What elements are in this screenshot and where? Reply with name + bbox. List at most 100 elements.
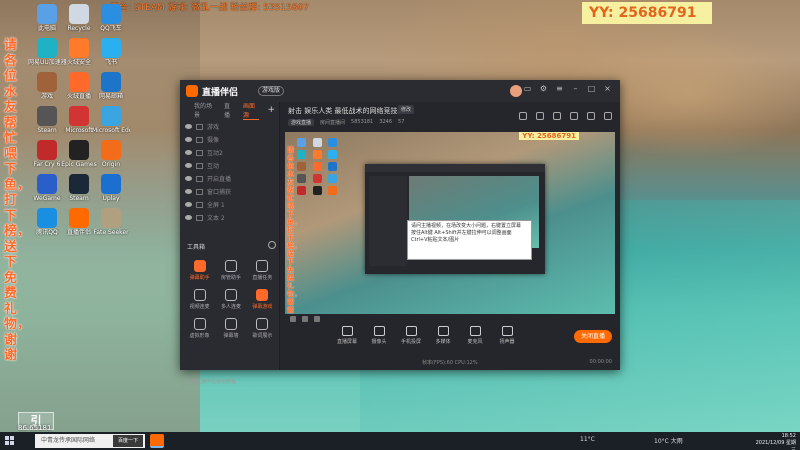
edit-title-button[interactable]: 修改 (398, 105, 415, 114)
media-button[interactable]: 多媒体 (428, 326, 458, 345)
scene-item[interactable]: 开启直播 (180, 172, 279, 185)
tool-button[interactable]: 直播任务 (247, 260, 278, 281)
tool-label: 直播任务 (252, 275, 273, 281)
bottom-left-id: 86 65181 (18, 424, 52, 432)
source-type-icon (196, 214, 203, 221)
maximize-icon[interactable]: □ (587, 84, 596, 93)
tool-button[interactable]: 弹幕游戏 (247, 289, 278, 310)
app-titlebar[interactable]: 直播伴侣 游戏版 ▭ ⚙ ≡ – □ × (180, 80, 620, 102)
toolbox-grid: 弹幕助手 房管助手 直播任务视频连麦 多人连麦 弹幕游戏虚拟形象 弹幕墙 歌词展示 (184, 260, 278, 339)
tab-sources[interactable]: 画面源 (242, 101, 260, 120)
scene-item[interactable]: 窗口捕获 (180, 185, 279, 198)
source-type-icon (196, 188, 203, 195)
windows-start-icon[interactable] (5, 436, 15, 446)
category-tag[interactable]: 游戏直播 (288, 119, 315, 126)
close-icon[interactable]: × (603, 84, 612, 93)
scene-label: 互动 (207, 163, 220, 170)
tool-button[interactable]: 视频连麦 (184, 289, 215, 310)
weather-forecast[interactable]: 10°C 大雨 (654, 436, 683, 445)
bell-icon[interactable] (587, 112, 595, 120)
visibility-eye-icon[interactable] (185, 189, 192, 194)
scene-item[interactable]: 文本 2 (180, 211, 279, 224)
settings-icon[interactable]: ⚙ (539, 84, 548, 93)
tab-my-scenes[interactable]: 我的场景 (194, 101, 216, 119)
desktop-icon[interactable]: 飞书 (92, 38, 130, 66)
visibility-eye-icon[interactable] (185, 163, 192, 168)
visibility-eye-icon[interactable] (185, 176, 192, 181)
action-label: 多媒体 (435, 339, 451, 345)
desktop-icon-label: Microsoft Edge (92, 127, 130, 134)
phone-cast-button[interactable]: 手机投屏 (396, 326, 426, 345)
action-bar: 直播屏幕 摄像头 手机投屏 多媒体 麦克风 扬声器 关闭直播 (282, 324, 620, 354)
tool-button[interactable]: 多人连麦 (215, 289, 246, 310)
stream-title: 射击 娱乐人类 最低战术的网络竞技精彩 (288, 107, 412, 115)
crop-icon[interactable] (302, 316, 308, 322)
tool-icon (224, 318, 237, 330)
tool-icon (193, 289, 206, 301)
search-button[interactable]: 百度一下 (113, 435, 143, 447)
microphone-button[interactable]: 麦克风 (460, 326, 490, 345)
go-live-button[interactable]: 关闭直播 (574, 330, 612, 343)
desktop-icon[interactable]: Uplay (92, 174, 130, 202)
visibility-eye-icon[interactable] (185, 150, 192, 155)
message-icon[interactable]: ▭ (523, 84, 532, 93)
taskbar-clock[interactable]: 18:52 2021/12/09 星期三 (752, 433, 796, 450)
preview-icon (297, 162, 306, 171)
layout-icon[interactable] (290, 316, 296, 322)
source-type-icon (196, 149, 203, 156)
tool-button[interactable]: 弹幕墙 (215, 318, 246, 339)
screen-capture-button[interactable]: 直播屏幕 (332, 326, 362, 345)
desktop-icon[interactable]: QQ飞车 (92, 4, 130, 32)
tool-button[interactable]: 虚拟形象 (184, 318, 215, 339)
menu-icon[interactable]: ≡ (555, 84, 564, 93)
scene-item[interactable]: 摄像 (180, 133, 279, 146)
desktop-icon[interactable]: Fate Seeker (92, 208, 130, 236)
minimize-icon[interactable]: – (571, 84, 580, 93)
preview-desktop-icons (297, 138, 341, 195)
live-timer: 00:00:00 (589, 359, 612, 365)
live-preview[interactable]: YY: 25686791 请各位水友帮忙喂下鱼，打下榜，送下免费礼物，谢谢 请问… (285, 132, 615, 314)
tutorial-link[interactable]: 火绒直播伴侣使用教程 (186, 378, 236, 385)
share-icon[interactable] (604, 112, 612, 120)
gift-icon[interactable] (536, 112, 544, 120)
shop-icon[interactable] (519, 112, 527, 120)
visibility-eye-icon[interactable] (185, 202, 192, 207)
tool-icon (256, 318, 269, 330)
tool-button[interactable]: 歌词展示 (247, 318, 278, 339)
weather-temp[interactable]: 11°C (580, 436, 595, 443)
app-logo-icon (186, 85, 198, 97)
visibility-eye-icon[interactable] (185, 137, 192, 142)
source-type-icon (196, 175, 203, 182)
avatar[interactable] (510, 85, 522, 97)
visibility-eye-icon[interactable] (185, 215, 192, 220)
record-icon[interactable] (553, 112, 561, 120)
scene-item[interactable]: 互动2 (180, 146, 279, 159)
visibility-eye-icon[interactable] (185, 124, 192, 129)
desktop-icon-label: Fate Seeker (93, 229, 129, 236)
desktop-icon[interactable]: Origin (92, 140, 130, 168)
app-icon (37, 140, 57, 160)
camera-button[interactable]: 摄像头 (364, 326, 394, 345)
toolbox-settings-icon[interactable] (268, 241, 276, 249)
source-type-icon (196, 136, 203, 143)
desktop-icon[interactable]: 网易邮箱 (92, 72, 130, 100)
speaker-button[interactable]: 扬声器 (492, 326, 522, 345)
tab-live[interactable]: 直播 (224, 101, 235, 119)
scene-label: 窗口捕获 (207, 189, 232, 196)
tool-label: 弹幕墙 (223, 333, 239, 339)
scene-item[interactable]: 互动 (180, 159, 279, 172)
tool-button[interactable]: 弹幕助手 (184, 260, 215, 281)
fullscreen-icon[interactable] (314, 316, 320, 322)
add-scene-icon[interactable]: + (267, 105, 275, 115)
status-info: 帧率(FPS):60 CPU:12% (422, 360, 478, 366)
scene-item[interactable]: 游戏 (180, 120, 279, 133)
taskbar-app-live-companion[interactable] (150, 434, 164, 448)
scene-list: 游戏 摄像 互动2 互动开启直播窗口捕获全屏 1 文本 2 (180, 120, 279, 224)
tool-button[interactable]: 房管助手 (215, 260, 246, 281)
lock-icon[interactable] (570, 112, 578, 120)
preview-toolbar (282, 314, 620, 324)
desktop-icon[interactable]: Microsoft Edge (92, 106, 130, 134)
scene-label: 文本 2 (207, 215, 225, 222)
scene-item[interactable]: 全屏 1 (180, 198, 279, 211)
app-name: 直播伴侣 (202, 88, 239, 98)
